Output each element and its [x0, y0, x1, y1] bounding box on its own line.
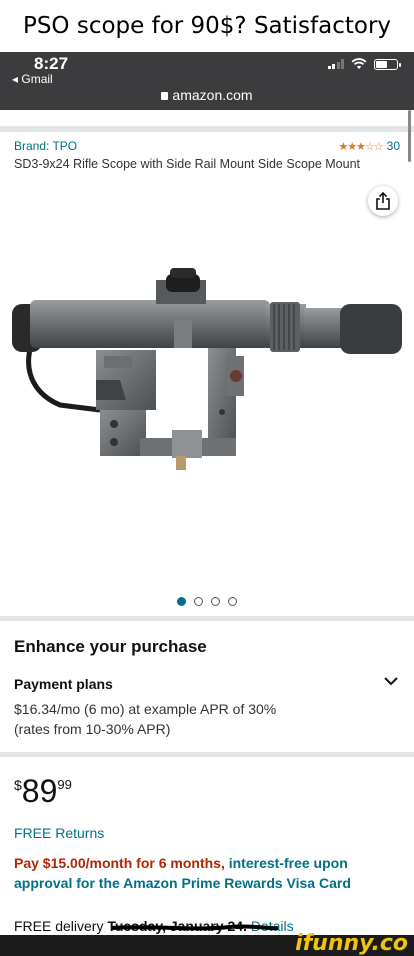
page-scrollbar[interactable] — [408, 110, 411, 162]
section-divider — [0, 126, 414, 132]
star-rating-icon: ★★★☆☆ — [338, 140, 383, 153]
price-whole: 89 — [21, 773, 58, 809]
rifle-scope-photo[interactable] — [0, 260, 414, 490]
payment-plans-line-2: (rates from 10-30% APR) — [14, 721, 171, 737]
payment-plans-label[interactable]: Payment plans — [14, 676, 113, 692]
section-separator — [0, 616, 414, 621]
free-returns-link[interactable]: FREE Returns — [14, 825, 104, 841]
wifi-icon — [351, 58, 367, 69]
payment-plans-line-1: $16.34/mo (6 mo) at example APR of 30% — [14, 701, 277, 717]
brand-link[interactable]: Brand: TPO — [14, 139, 77, 153]
section-separator — [0, 752, 414, 757]
url-text: amazon.com — [172, 87, 253, 103]
price-currency: $ — [14, 777, 22, 793]
status-icons — [327, 58, 401, 70]
chevron-down-icon[interactable] — [382, 672, 400, 690]
product-rating[interactable]: ★★★☆☆ 30 — [338, 139, 400, 153]
redaction-scribble — [111, 924, 279, 931]
carousel-dot[interactable] — [177, 597, 186, 606]
promo-monthly-amount: Pay $15.00/month for 6 months, — [14, 855, 225, 871]
address-bar[interactable]: amazon.com — [0, 87, 414, 103]
lock-icon — [161, 92, 169, 100]
ifunny-watermark: ifunny.co — [295, 931, 408, 956]
delivery-prefix: FREE delivery — [14, 918, 108, 934]
carousel-dot[interactable] — [228, 597, 237, 606]
enhance-heading: Enhance your purchase — [14, 637, 207, 656]
status-time: 8:27 — [34, 54, 69, 73]
carousel-dot[interactable] — [194, 597, 203, 606]
share-button[interactable] — [368, 186, 398, 216]
browser-status-bar: 8:27 ◂ Gmail amazon.com — [0, 52, 414, 110]
carousel-dot[interactable] — [211, 597, 220, 606]
back-to-gmail-link[interactable]: ◂ Gmail — [12, 72, 53, 86]
rating-count: 30 — [386, 139, 400, 153]
payment-plans-description: $16.34/mo (6 mo) at example APR of 30% (… — [14, 699, 276, 739]
product-title: SD3-9x24 Rifle Scope with Side Rail Moun… — [14, 157, 361, 171]
share-icon — [376, 192, 390, 210]
price-fraction: 99 — [57, 777, 72, 792]
image-carousel-indicator[interactable] — [0, 597, 414, 606]
prime-card-promo[interactable]: Pay $15.00/month for 6 months, interest-… — [14, 853, 404, 893]
cellular-signal-icon — [327, 59, 344, 69]
meme-caption: PSO scope for 90$? Satisfactory — [22, 13, 392, 39]
battery-icon — [374, 58, 401, 70]
price: $ 89 99 — [14, 773, 72, 809]
